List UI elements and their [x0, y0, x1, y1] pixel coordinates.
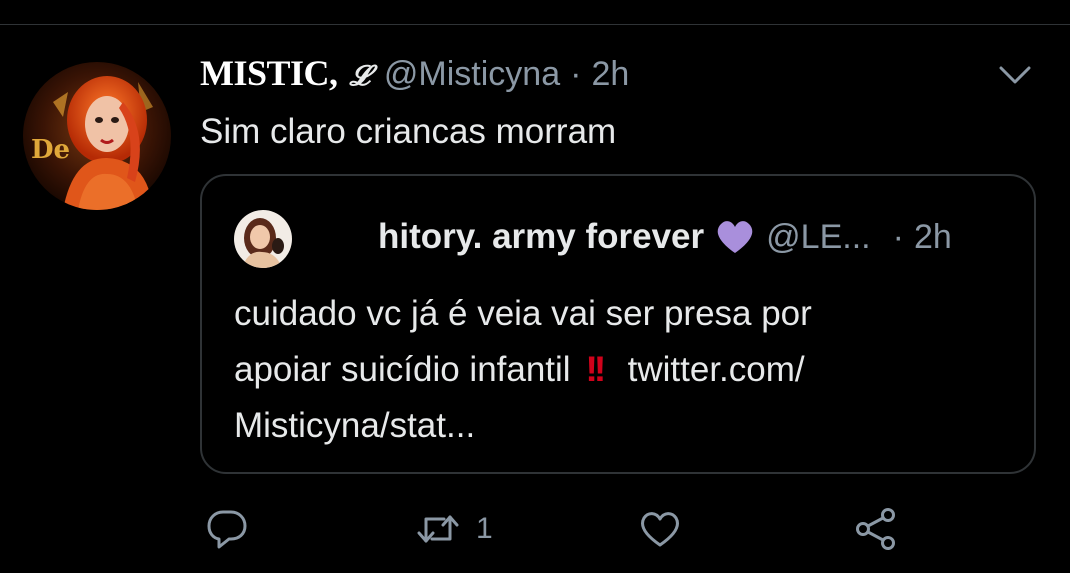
quoted-author-name[interactable]: hitory. army forever — [378, 217, 704, 257]
tweet-text: Sim claro criancas morram — [200, 112, 617, 151]
like-button[interactable] — [638, 505, 682, 553]
retweet-button[interactable]: 1 — [416, 505, 493, 553]
quoted-text-line-1: cuidado vc já é veia vai ser presa por — [234, 294, 812, 333]
quoted-text: cuidado vc já é veia vai ser presa por a… — [234, 286, 994, 454]
author-name-glyph: 𝓛 — [349, 59, 370, 92]
avatar-text: De — [31, 135, 70, 165]
tweet-time[interactable]: 2h — [591, 55, 629, 94]
quoted-text-line-2: apoiar suicídio infantil !! twitter.com/ — [234, 342, 994, 398]
more-options-chevron-down-icon[interactable] — [998, 64, 1032, 88]
quoted-time[interactable]: 2h — [914, 218, 952, 257]
quoted-author-handle[interactable]: @LE... — [766, 218, 870, 257]
quoted-link[interactable]: twitter.com/ — [628, 350, 805, 389]
retweet-count: 1 — [476, 512, 493, 545]
double-exclamation-icon: !! — [585, 350, 607, 389]
reply-icon — [207, 510, 247, 549]
quoted-text-line-3[interactable]: Misticyna/stat... — [234, 398, 994, 454]
author-avatar[interactable]: De — [23, 62, 171, 210]
author-handle[interactable]: @Misticyna — [384, 55, 560, 94]
reply-button[interactable] — [206, 505, 248, 553]
quoted-header: hitory. army forever @LE... · 2h — [378, 214, 952, 260]
top-divider — [0, 24, 1070, 25]
quoted-author-avatar[interactable] — [234, 210, 292, 268]
quoted-text-line-2-text: apoiar suicídio infantil — [234, 350, 571, 389]
quoted-tweet[interactable]: hitory. army forever @LE... · 2h cuidado… — [200, 174, 1036, 474]
tweet-header: MISTIC, 𝓛 @Misticyna · 2h — [200, 52, 629, 102]
retweet-icon — [417, 515, 459, 543]
quoted-separator: · — [892, 217, 904, 256]
author-display-name[interactable]: MISTIC, — [200, 52, 338, 94]
heart-icon — [641, 512, 679, 547]
tweet-actions: 1 — [200, 505, 920, 555]
purple-heart-icon — [717, 221, 753, 253]
share-icon — [856, 508, 895, 550]
share-button[interactable] — [854, 505, 898, 553]
header-separator: · — [570, 55, 582, 93]
